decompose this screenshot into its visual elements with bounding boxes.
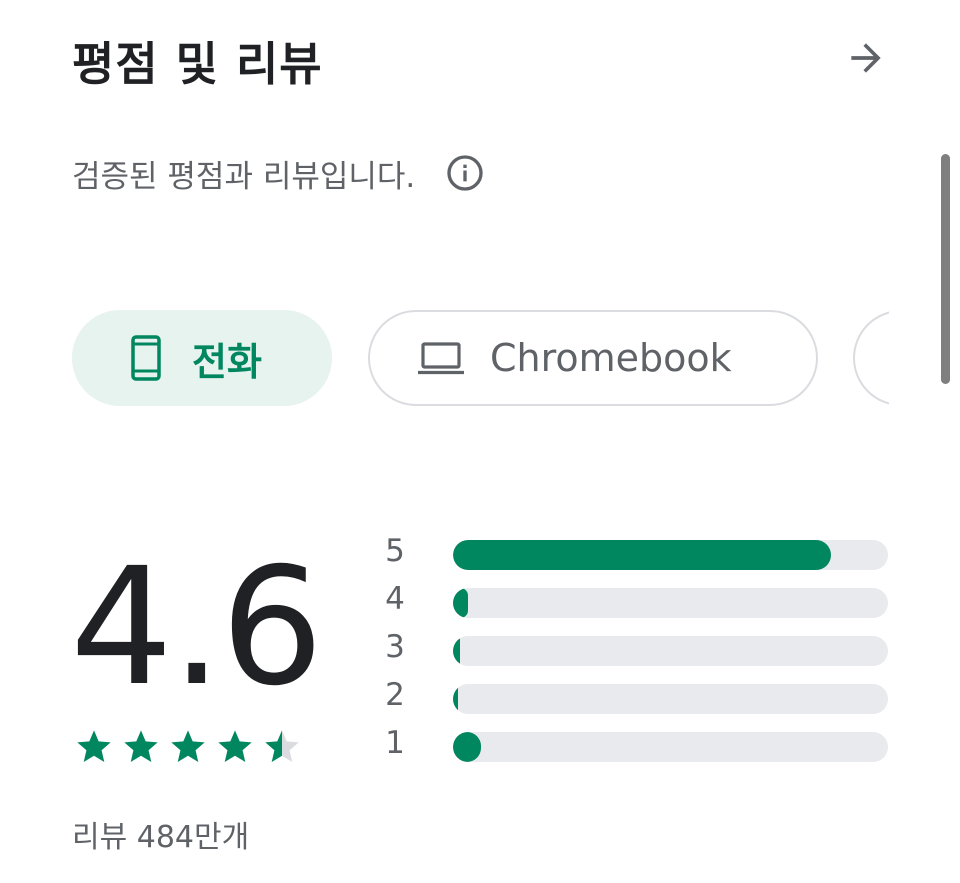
laptop-icon <box>418 341 464 375</box>
average-rating: 4.6 <box>70 534 324 722</box>
histogram-row-5: 5 <box>380 533 890 571</box>
arrow-right-icon <box>851 43 881 73</box>
info-button[interactable] <box>443 151 487 195</box>
info-icon <box>447 155 483 191</box>
device-filter-chips: 전화 Chromebook <box>72 310 889 406</box>
verified-text: 검증된 평점과 리뷰입니다. <box>72 158 416 195</box>
star-full-icon <box>171 730 205 762</box>
histogram-row-4: 4 <box>380 581 890 619</box>
histogram-label: 5 <box>385 533 405 569</box>
histogram-label: 2 <box>385 677 405 713</box>
histogram-bar <box>453 636 460 666</box>
chip-more[interactable] <box>853 310 889 406</box>
histogram-track <box>453 588 888 618</box>
histogram-row-3: 3 <box>380 629 890 667</box>
section-title: 평점 및 리뷰 <box>72 37 323 91</box>
chip-chromebook[interactable]: Chromebook <box>368 310 818 406</box>
histogram-track <box>453 540 888 570</box>
star-rating <box>74 727 309 771</box>
star-full-icon <box>77 730 111 762</box>
histogram-track <box>453 684 888 714</box>
histogram-track <box>453 636 888 666</box>
histogram-bar <box>453 684 458 714</box>
histogram-bar <box>453 540 831 570</box>
histogram-label: 3 <box>385 629 405 665</box>
chip-label: 전화 <box>192 339 262 384</box>
histogram-row-1: 1 <box>380 725 890 763</box>
chip-label: Chromebook <box>490 336 732 380</box>
scrollbar[interactable] <box>941 154 950 384</box>
chip-phone[interactable]: 전화 <box>72 310 332 406</box>
histogram-track <box>453 732 888 762</box>
see-all-reviews-button[interactable] <box>842 34 890 82</box>
histogram-label: 4 <box>385 581 405 617</box>
ratings-header: 평점 및 리뷰 <box>72 24 888 94</box>
histogram-label: 1 <box>385 725 405 761</box>
star-full-icon <box>218 730 252 762</box>
verified-note: 검증된 평점과 리뷰입니다. <box>72 148 487 198</box>
histogram-row-2: 2 <box>380 677 890 715</box>
star-full-icon <box>124 730 158 762</box>
histogram-bar <box>453 732 481 762</box>
star-half-icon <box>265 730 299 762</box>
phone-icon <box>130 335 162 381</box>
review-count: 리뷰 484만개 <box>72 820 250 855</box>
histogram-bar <box>453 588 468 618</box>
